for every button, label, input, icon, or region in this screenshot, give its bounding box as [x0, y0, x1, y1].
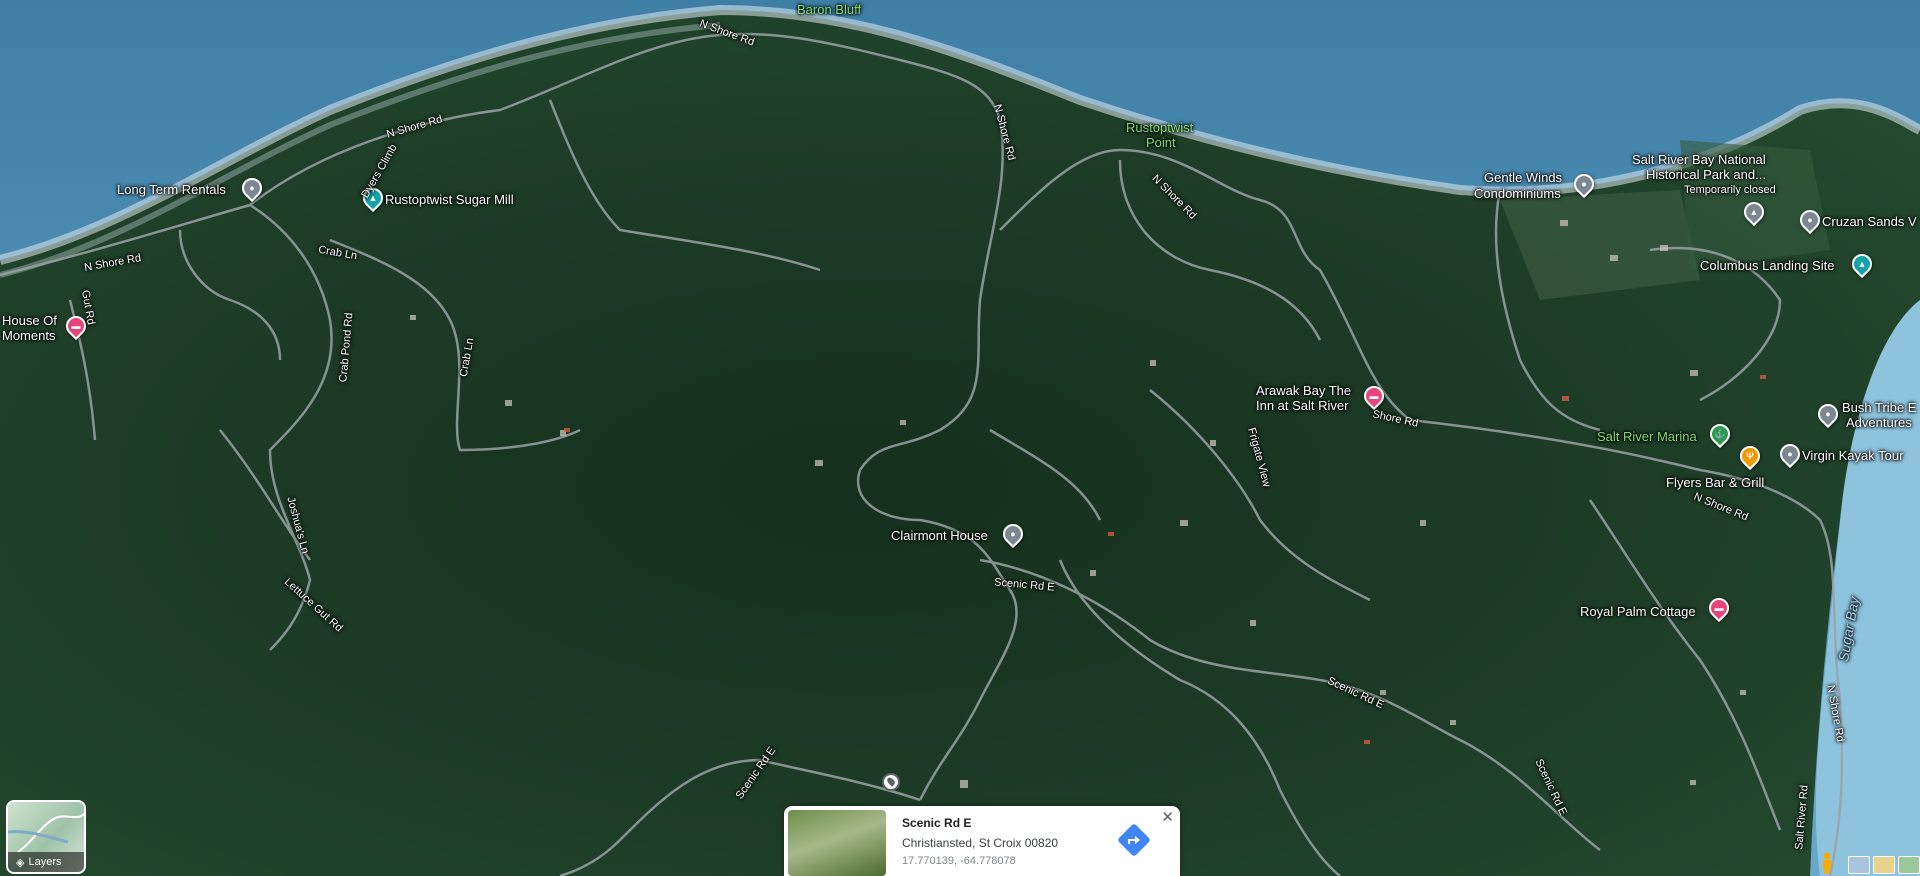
- place-arawak-bay-line1[interactable]: Arawak Bay The: [1256, 383, 1351, 398]
- map-type-thumb-transit[interactable]: [1898, 856, 1920, 874]
- place-columbus-landing-site[interactable]: Columbus Landing Site: [1700, 258, 1834, 273]
- map-type-thumbnails[interactable]: [1848, 856, 1920, 874]
- info-card-coordinates[interactable]: 17.770139, -64.778078: [902, 855, 1016, 867]
- layers-icon: ◈: [16, 856, 25, 869]
- place-royal-palm-cottage[interactable]: Royal Palm Cottage: [1580, 604, 1696, 619]
- layers-preview-map: [8, 812, 84, 853]
- layers-button[interactable]: ◈ Layers: [6, 800, 86, 874]
- place-clairmont-house[interactable]: Clairmont House: [891, 528, 988, 543]
- place-baron-bluff[interactable]: Baron Bluff: [797, 2, 861, 17]
- place-cruzan-sands[interactable]: Cruzan Sands V: [1822, 214, 1917, 229]
- directions-icon[interactable]: [1117, 823, 1151, 857]
- map-type-thumb-traffic[interactable]: [1873, 856, 1895, 874]
- map-type-thumb-terrain[interactable]: [1848, 856, 1870, 874]
- place-gentle-winds-line1[interactable]: Gentle Winds: [1484, 170, 1562, 185]
- place-rustoptwist-point-line1[interactable]: Rustoptwist: [1126, 120, 1193, 135]
- street-view-thumbnail[interactable]: [788, 810, 886, 876]
- layers-label: Layers: [28, 856, 62, 868]
- place-salt-river-bay-status: Temporarily closed: [1684, 184, 1776, 196]
- place-salt-river-bay-line1[interactable]: Salt River Bay National: [1632, 152, 1766, 167]
- location-info-card[interactable]: Scenic Rd E Christiansted, St Croix 0082…: [784, 806, 1180, 876]
- place-salt-river-bay-line2[interactable]: Historical Park and...: [1646, 167, 1766, 182]
- place-virgin-kayak-tour[interactable]: Virgin Kayak Tour: [1802, 448, 1903, 463]
- place-bush-tribe-line1[interactable]: Bush Tribe E: [1842, 400, 1916, 415]
- place-arawak-bay-line2[interactable]: Inn at Salt River: [1256, 398, 1349, 413]
- place-flyers-bar-grill[interactable]: Flyers Bar & Grill: [1666, 475, 1764, 490]
- location-marker-icon[interactable]: [882, 773, 900, 791]
- close-icon[interactable]: ✕: [1161, 808, 1174, 826]
- place-bush-tribe-line2[interactable]: Adventures: [1846, 415, 1912, 430]
- place-salt-river-marina[interactable]: Salt River Marina: [1597, 429, 1697, 444]
- info-card-address: Christiansted, St Croix 00820: [902, 836, 1059, 850]
- pegman-icon[interactable]: [1818, 852, 1836, 874]
- place-long-term-rentals[interactable]: Long Term Rentals: [117, 182, 226, 197]
- place-house-of-moments-line2[interactable]: Moments: [2, 328, 55, 343]
- place-rustoptwist-point-line2[interactable]: Point: [1146, 135, 1176, 150]
- place-house-of-moments-line1[interactable]: House Of: [2, 313, 57, 328]
- info-card-title[interactable]: Scenic Rd E: [902, 816, 971, 830]
- place-rustoptwist-sugar-mill[interactable]: Rustoptwist Sugar Mill: [385, 192, 514, 207]
- place-gentle-winds-line2[interactable]: Condominiums: [1474, 186, 1561, 201]
